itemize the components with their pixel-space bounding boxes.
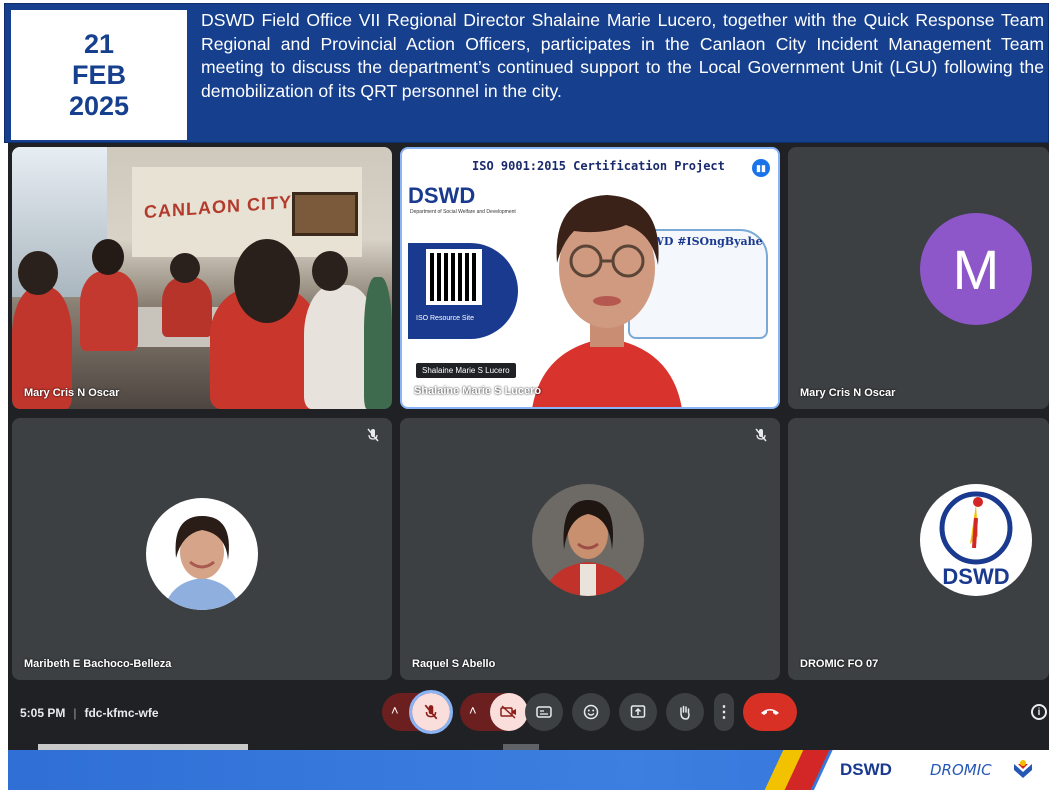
attendee-head: [312, 251, 348, 291]
camera-control[interactable]: ˄: [460, 693, 528, 731]
captions-icon: [536, 706, 552, 718]
more-icon[interactable]: ⋮: [716, 702, 732, 722]
date-month: FEB: [72, 59, 126, 90]
participant-tile-room[interactable]: CANLAON CITY Mary Cris N Oscar: [12, 147, 392, 409]
qr-code: [426, 249, 482, 305]
participant-name: Maribeth E Bachoco-Belleza: [24, 658, 172, 670]
slide-title: ISO 9001:2015 Certification Project: [472, 159, 725, 173]
speaking-indicator-icon: ▮▮: [752, 159, 770, 177]
attendee-figure: [162, 277, 212, 337]
dswd-logo: DSWD: [840, 760, 892, 779]
date-box: 21 FEB 2025: [9, 8, 189, 142]
presenter-name-tag: Shalaine Marie S Lucero: [416, 363, 516, 378]
participant-tile-avatar[interactable]: M Mary Cris N Oscar: [788, 147, 1049, 409]
info-icon[interactable]: i: [1031, 704, 1047, 720]
participant-name: Shalaine Marie S Lucero: [414, 385, 542, 397]
bagong-pilipinas-icon: [1014, 760, 1032, 778]
more-options-button[interactable]: ⋮: [714, 693, 734, 731]
avatar: [146, 498, 258, 610]
separator: |: [73, 706, 77, 720]
dromic-logo: DROMIC: [930, 761, 992, 779]
date-day: 21: [83, 28, 115, 59]
meeting-info: 5:05 PM | fdc-kfmc-wfe: [20, 706, 159, 720]
presenter-video: [532, 195, 682, 407]
headline-text: DSWD Field Office VII Regional Director …: [201, 10, 1044, 101]
wall-painting: [292, 192, 358, 236]
camera-off-icon: [500, 705, 516, 719]
participant-tile[interactable]: DSWD DROMIC FO 07: [788, 418, 1049, 680]
emoji-icon: [583, 704, 599, 720]
dromic-logo-icon: DSWD: [939, 491, 1013, 589]
avatar: M: [920, 213, 1032, 325]
participant-name: Mary Cris N Oscar: [24, 387, 120, 399]
attendee-head: [18, 251, 58, 295]
meeting-time: 5:05 PM: [20, 706, 66, 720]
meeting-code: fdc-kfmc-wfe: [84, 706, 159, 720]
present-button[interactable]: [619, 693, 657, 731]
mic-off-icon: [755, 428, 767, 442]
raise-hand-button[interactable]: [666, 693, 704, 731]
news-header: 21 FEB 2025 DSWD Field Office VII Region…: [4, 3, 1049, 143]
date-year: 2025: [68, 90, 130, 121]
attendee-head: [234, 239, 300, 323]
end-call-button[interactable]: [743, 693, 797, 731]
captions-button[interactable]: [525, 693, 563, 731]
raise-hand-icon: [680, 705, 690, 720]
footer-banner: DSWD DROMIC: [8, 750, 1053, 790]
chevron-up-icon[interactable]: ˄: [469, 703, 477, 718]
avatar: [532, 484, 644, 596]
mic-off-icon: [367, 428, 379, 442]
attendee-head: [170, 253, 200, 283]
camera-toggle-button[interactable]: [490, 693, 528, 731]
participant-name: DROMIC FO 07: [800, 658, 879, 670]
participant-name: Raquel S Abello: [412, 658, 496, 670]
dromic-logo-text: DSWD: [942, 564, 1009, 589]
mic-control[interactable]: ˄: [382, 690, 453, 734]
participant-tile[interactable]: Maribeth E Bachoco-Belleza: [12, 418, 392, 680]
avatar: DSWD: [920, 484, 1032, 596]
slide-dswd-logo: DSWD: [408, 183, 476, 208]
participant-name: Mary Cris N Oscar: [800, 387, 896, 399]
attendee-head: [92, 239, 124, 275]
reactions-button[interactable]: [572, 693, 610, 731]
qr-label: ISO Resource Site: [416, 315, 474, 322]
end-call-icon: [761, 709, 779, 715]
participant-tile[interactable]: Raquel S Abello: [400, 418, 780, 680]
slide-dswd-subtitle: Department of Social Welfare and Develop…: [410, 209, 516, 215]
mic-off-icon: [424, 704, 438, 720]
attendee-figure: [80, 271, 138, 351]
attendee-figure: [364, 277, 392, 409]
mic-toggle-button[interactable]: [409, 690, 453, 734]
present-icon: [630, 705, 646, 718]
chevron-up-icon[interactable]: ˄: [391, 703, 399, 718]
video-call-window: CANLAON CITY Mary Cris N Oscar ISO 9001:…: [8, 143, 1049, 750]
participant-tile-active-speaker[interactable]: ISO 9001:2015 Certification Project DSWD…: [400, 147, 780, 409]
